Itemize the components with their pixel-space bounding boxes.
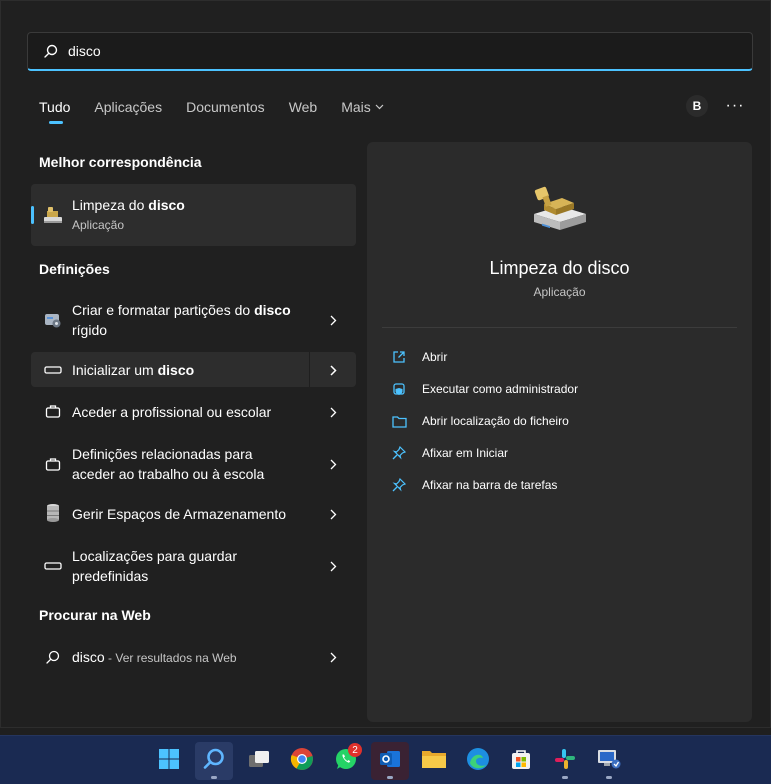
taskbar-store[interactable] [502,742,540,780]
preview-title: Limpeza do disco [489,258,630,278]
search-icon [202,747,226,776]
chevron-right-icon [328,457,338,471]
open-external-icon [391,349,407,365]
task-view-icon [247,749,271,774]
tab-web[interactable]: Web [289,96,318,118]
taskbar-whatsapp[interactable]: 2 [327,742,365,780]
chevron-down-icon [375,102,384,113]
action-pin-to-taskbar[interactable]: Afixar na barra de tarefas [391,474,557,496]
selection-indicator [31,206,34,224]
setting-label: Gerir Espaços de Armazenamento [72,506,286,522]
setting-label: Aceder a profissional ou escolar [72,404,272,420]
search-input[interactable] [68,43,668,59]
storage-spaces-icon [43,503,63,523]
web-search-label: disco - Ver resultados na Web [72,649,237,665]
settings-heading: Definições [39,261,110,277]
folder-icon [391,413,407,429]
edge-icon [466,747,490,776]
chevron-right-icon [328,405,338,419]
web-search-heading: Procurar na Web [39,607,151,623]
active-indicator [562,776,568,779]
best-match-heading: Melhor correspondência [39,154,202,170]
setting-storage-spaces[interactable]: Gerir Espaços de Armazenamento [31,496,356,531]
remote-desktop-icon [596,747,622,776]
taskbar-search-button[interactable] [195,742,233,780]
chevron-right-icon[interactable] [328,363,338,377]
slack-icon [553,747,577,776]
windows-logo-icon [158,748,180,775]
notification-badge: 2 [348,743,362,757]
active-indicator [211,776,217,779]
setting-label: Definições relacionadas para aceder ao t… [72,446,265,482]
setting-initialize-disk[interactable]: Inicializar um disco [31,352,356,387]
chrome-icon [290,747,314,776]
best-match-item[interactable]: Limpeza do disco Aplicação [31,184,356,246]
search-icon [43,43,59,59]
chevron-right-icon [328,650,338,664]
account-avatar[interactable]: B [686,95,708,117]
active-indicator [387,776,393,779]
search-icon [43,647,63,667]
web-search-result[interactable]: disco - Ver resultados na Web [31,639,356,674]
chevron-right-icon [328,559,338,573]
pin-icon [391,445,407,461]
action-open[interactable]: Abrir [391,346,447,368]
folder-icon [421,748,447,775]
briefcase-icon [43,454,63,474]
setting-create-format-partitions[interactable]: Criar e formatar partições do disco rígi… [31,292,356,348]
outlook-icon [378,747,402,776]
disk-management-icon [43,310,63,330]
action-open-file-location[interactable]: Abrir localização do ficheiro [391,410,569,432]
chevron-right-icon [328,313,338,327]
setting-related-work-school[interactable]: Definições relacionadas para aceder ao t… [31,436,356,492]
drive-icon [43,360,63,380]
taskbar-outlook[interactable] [371,742,409,780]
tab-all[interactable]: Tudo [39,96,70,124]
setting-label: Inicializar um disco [72,362,195,378]
taskbar-start-button[interactable] [150,742,188,780]
taskbar-chrome[interactable] [283,742,321,780]
shield-admin-icon [391,381,407,397]
taskbar: 2 [0,735,771,784]
preview-subtitle: Aplicação [533,285,586,299]
action-run-as-admin[interactable]: Executar como administrador [391,378,578,400]
preview-divider [382,327,737,328]
setting-default-save-locations[interactable]: Localizações para guardar predefinidas [31,538,356,594]
search-box[interactable] [27,32,753,71]
pin-icon [391,477,407,493]
taskbar-remote-desktop[interactable] [590,742,628,780]
setting-label: Criar e formatar partições do disco rígi… [72,302,291,338]
row-divider [309,352,310,387]
taskbar-slack[interactable] [546,742,584,780]
active-indicator [606,776,612,779]
tab-documents[interactable]: Documentos [186,96,265,118]
disk-cleanup-icon [42,204,64,226]
best-match-subtitle: Aplicação [72,218,125,232]
setting-access-work-school[interactable]: Aceder a profissional ou escolar [31,394,356,429]
more-options-button[interactable]: ··· [723,95,747,117]
search-panel: Tudo Aplicações Documentos Web Mais B ··… [0,0,771,728]
tab-apps[interactable]: Aplicações [94,96,162,118]
taskbar-edge[interactable] [459,742,497,780]
taskbar-task-view-button[interactable] [240,742,278,780]
store-icon [509,747,533,776]
tab-more[interactable]: Mais [341,96,384,118]
taskbar-file-explorer[interactable] [415,742,453,780]
disk-cleanup-icon [530,186,590,234]
preview-pane: Limpeza do disco Aplicação Abrir Executa… [367,142,752,722]
filter-tabs: Tudo Aplicações Documentos Web Mais [39,96,408,124]
chevron-right-icon [328,507,338,521]
action-pin-to-start[interactable]: Afixar em Iniciar [391,442,508,464]
setting-label: Localizações para guardar predefinidas [72,548,237,584]
drive-icon [43,556,63,576]
briefcase-icon [43,401,63,421]
best-match-title: Limpeza do disco [72,197,185,213]
